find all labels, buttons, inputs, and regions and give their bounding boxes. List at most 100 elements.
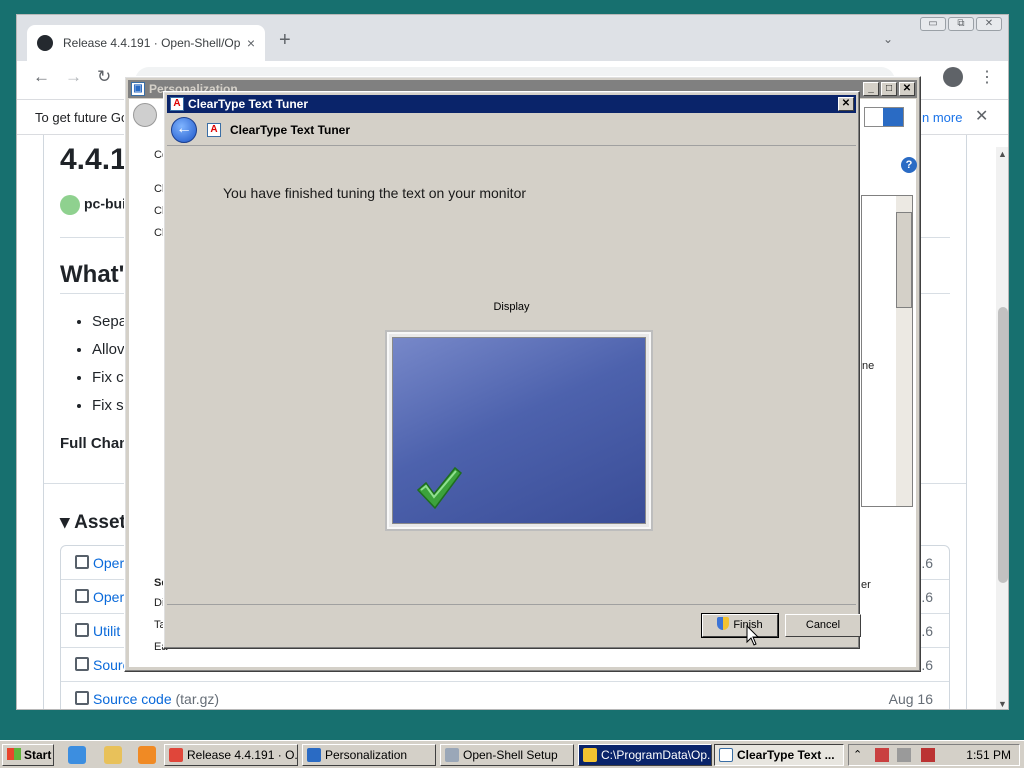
network-icon[interactable] xyxy=(875,748,889,762)
menu-icon[interactable]: ⋮ xyxy=(979,67,995,87)
personalization-icon xyxy=(307,748,321,762)
full-changelog: Full Chan xyxy=(60,435,129,452)
list-item: Fix s xyxy=(92,397,127,425)
list-item-label: ne xyxy=(862,360,875,372)
checkmark-icon xyxy=(416,466,463,510)
back-button[interactable] xyxy=(133,103,157,127)
wizard-title: ClearType Text Tuner xyxy=(230,123,351,137)
package-icon xyxy=(75,623,89,637)
security-icon[interactable] xyxy=(897,748,911,762)
completion-message: You have finished tuning the text on you… xyxy=(223,185,527,201)
scrollbar-thumb[interactable] xyxy=(896,212,912,308)
file-zip-icon xyxy=(75,657,89,671)
shield-icon xyxy=(583,748,597,762)
setup-icon xyxy=(445,748,459,762)
taskbar: Start Release 4.4.191 · O... Personaliza… xyxy=(0,740,1024,768)
asset-link[interactable]: Oper xyxy=(93,555,124,571)
close-button[interactable]: ✕ xyxy=(899,82,915,96)
package-icon xyxy=(75,589,89,603)
chrome-icon xyxy=(169,748,183,762)
asset-link[interactable]: Source code (tar.gz) xyxy=(93,691,219,707)
list-item: Fix c xyxy=(92,369,127,397)
taskbar-button-personalization[interactable]: Personalization xyxy=(302,744,436,766)
reload-button[interactable]: ↻ xyxy=(97,67,111,87)
github-icon xyxy=(37,35,53,51)
info-bar-message: To get future Go xyxy=(35,110,129,125)
scrollbar-thumb[interactable] xyxy=(998,307,1008,583)
windows-logo-icon xyxy=(7,748,21,760)
wizard-header: ← A ClearType Text Tuner xyxy=(167,114,856,146)
internet-explorer-icon[interactable] xyxy=(68,746,86,764)
profile-avatar[interactable] xyxy=(943,67,963,87)
taskbar-button-chrome[interactable]: Release 4.4.191 · O... xyxy=(164,744,298,766)
minimize-button[interactable]: ▭ xyxy=(920,17,946,31)
asset-date: .6 xyxy=(921,589,933,605)
author-avatar xyxy=(60,195,80,215)
cleartype-titlebar[interactable]: A ClearType Text Tuner ✕ xyxy=(167,95,856,113)
tab-search-button[interactable]: ⌄ xyxy=(883,32,893,46)
help-icon[interactable]: ? xyxy=(901,157,917,173)
chevron-up-icon[interactable]: ⌃ xyxy=(853,748,867,762)
list-item: Allov xyxy=(92,341,127,369)
assets-heading[interactable]: ▾ Asset xyxy=(60,511,126,534)
maximize-button[interactable]: □ xyxy=(881,82,897,96)
file-zip-icon xyxy=(75,691,89,705)
restore-button[interactable]: ⧉ xyxy=(948,17,974,31)
list-item: Sepa xyxy=(92,313,127,341)
whats-changed-heading: What' xyxy=(60,261,125,288)
asset-date: Aug 16 xyxy=(888,691,933,707)
package-icon xyxy=(75,555,89,569)
tab-strip: Release 4.4.191 · Open-Shell/Ope × + ⌄ ▭… xyxy=(17,15,1008,61)
monitor-screen xyxy=(392,337,646,524)
mouse-cursor xyxy=(746,625,760,646)
taskbar-button-cleartype[interactable]: ClearType Text ... xyxy=(714,744,844,766)
theme-list[interactable]: ne xyxy=(861,195,913,507)
cancel-button[interactable]: Cancel xyxy=(785,614,861,637)
taskbar-button-setup[interactable]: Open-Shell Setup xyxy=(440,744,574,766)
finish-button[interactable]: Finish xyxy=(701,613,779,638)
volume-muted-icon[interactable] xyxy=(921,748,935,762)
list-scrollbar[interactable] xyxy=(896,196,912,506)
tab-close-button[interactable]: × xyxy=(247,35,255,51)
personalization-icon: ▣ xyxy=(131,82,145,96)
info-bar-link[interactable]: n more xyxy=(922,110,962,125)
shield-icon xyxy=(717,617,730,630)
asset-date: .6 xyxy=(921,657,933,673)
release-author[interactable]: pc-bui xyxy=(60,195,126,215)
cleartype-dialog: A ClearType Text Tuner ✕ ← A ClearType T… xyxy=(163,91,861,649)
window-title: ClearType Text Tuner xyxy=(188,97,309,111)
browser-tab[interactable]: Release 4.4.191 · Open-Shell/Ope × xyxy=(27,25,265,61)
asset-date: .6 xyxy=(921,623,933,639)
search-box[interactable] xyxy=(864,107,904,127)
tab-title: Release 4.4.191 · Open-Shell/Ope xyxy=(63,36,241,50)
back-arrow-icon[interactable]: ← xyxy=(171,117,197,143)
link-label[interactable]: er xyxy=(861,579,871,591)
asset-date: .6 xyxy=(921,555,933,571)
taskbar-button-folder[interactable]: C:\ProgramData\Op... xyxy=(578,744,712,766)
back-button[interactable]: ← xyxy=(33,67,50,87)
start-button[interactable]: Start xyxy=(2,744,54,766)
monitor-icon xyxy=(385,330,653,531)
new-tab-button[interactable]: + xyxy=(279,29,291,52)
clock[interactable]: 1:51 PM xyxy=(966,748,1011,762)
cleartype-icon: A xyxy=(170,97,184,111)
explorer-icon[interactable] xyxy=(104,746,122,764)
search-icon[interactable] xyxy=(883,108,903,126)
close-button[interactable]: ✕ xyxy=(838,97,854,111)
scroll-up-arrow[interactable]: ▲ xyxy=(998,149,1007,159)
changes-list: Sepa Allov Fix c Fix s xyxy=(76,313,127,425)
close-button[interactable]: ✕ xyxy=(976,17,1002,31)
asset-link[interactable]: Utilit xyxy=(93,623,120,639)
info-bar-close-button[interactable]: ✕ xyxy=(975,106,988,126)
scroll-down-arrow[interactable]: ▼ xyxy=(998,699,1007,709)
window-controls: ▭ ⧉ ✕ xyxy=(920,17,1002,31)
cleartype-icon xyxy=(719,748,733,762)
asset-row[interactable]: Source code (tar.gz) Aug 16 xyxy=(61,682,949,709)
page-scrollbar[interactable]: ▲ ▼ xyxy=(996,147,1008,709)
asset-link[interactable]: Oper xyxy=(93,589,124,605)
cleartype-icon: A xyxy=(207,123,221,137)
media-player-icon[interactable] xyxy=(138,746,156,764)
release-heading: 4.4.1 xyxy=(60,143,127,176)
minimize-button[interactable]: _ xyxy=(863,82,879,96)
forward-button[interactable]: → xyxy=(65,67,82,87)
